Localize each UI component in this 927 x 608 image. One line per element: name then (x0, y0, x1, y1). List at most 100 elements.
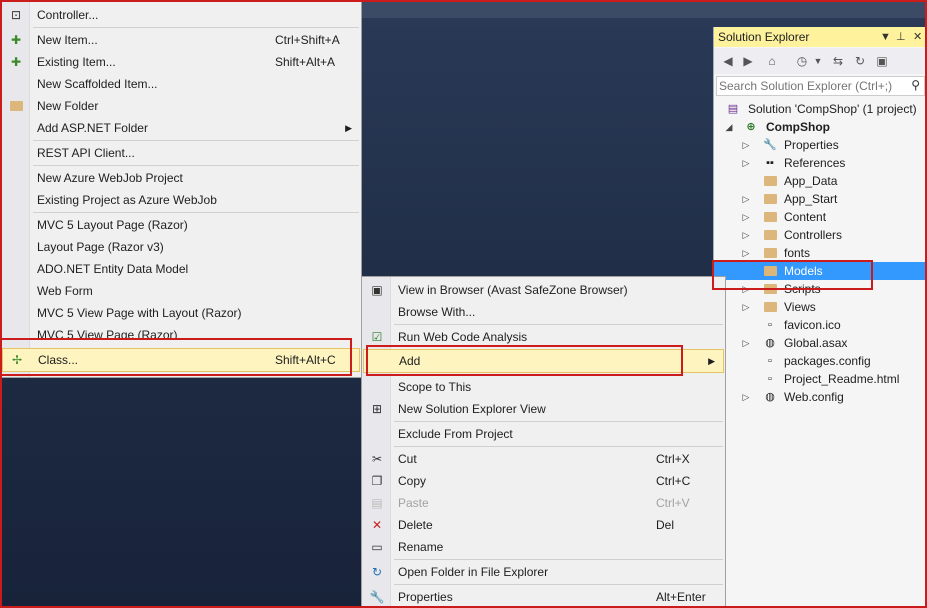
expand-arrow-icon[interactable]: ▷ (741, 208, 751, 226)
folder-icon (763, 228, 777, 242)
tree-node-project-readme[interactable]: ▫ Project_Readme.html (714, 370, 927, 388)
web-project-icon: ⊕ (746, 121, 756, 133)
expand-arrow-icon[interactable]: ▷ (741, 136, 751, 154)
rename-icon: ▭ (371, 540, 383, 554)
collapse-all-icon[interactable]: ▣ (874, 53, 890, 69)
tree-node-content[interactable]: ▷ Content (714, 208, 927, 226)
menu-item-paste[interactable]: ▤ Paste Ctrl+V (363, 492, 724, 514)
menu-item-rename[interactable]: ▭ Rename (363, 536, 724, 558)
submenu-arrow-icon: ▶ (345, 123, 352, 133)
menu-item-mvc5-view-layout[interactable]: MVC 5 View Page with Layout (Razor) (2, 302, 360, 324)
new-view-icon: ⊞ (371, 402, 383, 416)
tree-node-controllers[interactable]: ▷ Controllers (714, 226, 927, 244)
folder-icon (763, 174, 777, 188)
solution-explorer-toolbar: ◀ ▶ ⌂ ◷ ▼ ⇆ ↻ ▣ (714, 48, 927, 74)
expand-arrow-icon[interactable]: ▷ (741, 388, 751, 406)
menu-item-web-form[interactable]: Web Form (2, 280, 360, 302)
menu-separator (394, 446, 723, 447)
delete-icon: ✕ (371, 518, 383, 532)
tree-node-web-config[interactable]: ▷ ◍ Web.config (714, 388, 927, 406)
close-icon[interactable]: ✕ (913, 27, 922, 47)
menu-item-mvc5-layout-page[interactable]: MVC 5 Layout Page (Razor) (2, 214, 360, 236)
tree-node-app-data[interactable]: App_Data (714, 172, 927, 190)
menu-item-new-item[interactable]: ✚ New Item... Ctrl+Shift+A (2, 29, 360, 51)
collapse-arrow-icon[interactable]: ◢ (724, 118, 734, 136)
sync-icon[interactable]: ⇆ (830, 53, 846, 69)
tree-node-app-start[interactable]: ▷ App_Start (714, 190, 927, 208)
editor-tab-strip (362, 0, 927, 18)
menu-separator (33, 27, 359, 28)
tree-node-solution[interactable]: ▤ Solution 'CompShop' (1 project) (714, 100, 927, 118)
expand-arrow-icon[interactable]: ▷ (741, 244, 751, 262)
menu-item-layout-page-razor3[interactable]: Layout Page (Razor v3) (2, 236, 360, 258)
tree-node-properties[interactable]: ▷ 🔧 Properties (714, 136, 927, 154)
menu-item-existing-item[interactable]: ✚ Existing Item... Shift+Alt+A (2, 51, 360, 73)
tree-node-global-asax[interactable]: ▷ ◍ Global.asax (714, 334, 927, 352)
menu-separator (394, 324, 723, 325)
expand-arrow-icon[interactable]: ▷ (741, 226, 751, 244)
expand-arrow-icon[interactable]: ▷ (741, 190, 751, 208)
menu-item-existing-project-webjob[interactable]: Existing Project as Azure WebJob (2, 189, 360, 211)
pin-icon[interactable]: ⊥ (896, 27, 906, 47)
menu-item-exclude-from-project[interactable]: Exclude From Project (363, 423, 724, 445)
wrench-icon: 🔧 (763, 139, 777, 151)
browser-icon: ▣ (371, 283, 383, 297)
history-icon[interactable]: ◷ (794, 53, 810, 69)
menu-item-view-in-browser[interactable]: ▣ View in Browser (Avast SafeZone Browse… (363, 279, 724, 301)
menu-item-copy[interactable]: ❐ Copy Ctrl+C (363, 470, 724, 492)
refresh-icon[interactable]: ↻ (852, 53, 868, 69)
home-icon[interactable]: ⌂ (764, 53, 780, 69)
menu-item-rest-api-client[interactable]: REST API Client... (2, 142, 360, 164)
menu-item-browse-with[interactable]: Browse With... (363, 301, 724, 323)
context-menu: ▣ View in Browser (Avast SafeZone Browse… (361, 276, 726, 608)
search-input[interactable] (717, 77, 901, 95)
menu-item-new-azure-webjob[interactable]: New Azure WebJob Project (2, 167, 360, 189)
menu-item-delete[interactable]: ✕ Delete Del (363, 514, 724, 536)
submenu-arrow-icon: ▶ (708, 356, 715, 366)
menu-item-class[interactable]: ✢ Class... Shift+Alt+C (2, 348, 360, 372)
expand-arrow-icon[interactable]: ▷ (741, 154, 751, 172)
tree-node-references[interactable]: ▷ ▪▪ References (714, 154, 927, 172)
menu-item-new-solution-explorer-view[interactable]: ⊞ New Solution Explorer View (363, 398, 724, 420)
folder-icon (763, 210, 777, 224)
expand-arrow-icon[interactable]: ▷ (741, 298, 751, 316)
expand-arrow-icon[interactable]: ▷ (741, 334, 751, 352)
controller-icon: ⊡ (10, 8, 22, 22)
menu-item-open-folder-explorer[interactable]: ↻ Open Folder in File Explorer (363, 561, 724, 583)
tree-node-scripts[interactable]: ▷ Scripts (714, 280, 927, 298)
menu-item-add-aspnet-folder[interactable]: Add ASP.NET Folder ▶ (2, 117, 360, 139)
menu-item-add[interactable]: Add ▶ (363, 349, 724, 373)
tree-node-models[interactable]: Models (714, 262, 927, 280)
menu-item-properties[interactable]: 🔧 Properties Alt+Enter (363, 586, 724, 607)
search-icon[interactable]: ⚲ (911, 78, 920, 92)
tree-node-views[interactable]: ▷ Views (714, 298, 927, 316)
expand-arrow-icon[interactable]: ▷ (741, 280, 751, 298)
menu-item-run-web-code-analysis[interactable]: ☑ Run Web Code Analysis (363, 326, 724, 348)
forward-icon[interactable]: ▶ (740, 53, 756, 69)
config-file-icon: ◍ (765, 391, 775, 403)
menu-item-new-folder[interactable]: New Folder (2, 95, 360, 117)
tree-node-project[interactable]: ◢ ⊕ CompShop (714, 118, 927, 136)
open-folder-icon: ↻ (371, 565, 383, 579)
back-icon[interactable]: ◀ (720, 53, 736, 69)
dropdown-icon[interactable]: ▼ (880, 27, 891, 47)
menu-item-cut[interactable]: ✂ Cut Ctrl+X (363, 448, 724, 470)
folder-icon (763, 282, 777, 296)
menu-separator (33, 140, 359, 141)
solution-tree: ▤ Solution 'CompShop' (1 project) ◢ ⊕ Co… (714, 100, 927, 608)
copy-icon: ❐ (371, 474, 383, 488)
menu-item-scope-to-this[interactable]: Scope to This (363, 376, 724, 398)
tree-node-fonts[interactable]: ▷ fonts (714, 244, 927, 262)
dropdown-icon[interactable]: ▼ (810, 53, 826, 69)
tree-node-favicon[interactable]: ▫ favicon.ico (714, 316, 927, 334)
menu-item-new-scaffolded-item[interactable]: New Scaffolded Item... (2, 73, 360, 95)
references-icon: ▪▪ (766, 157, 774, 169)
solution-explorer-title-bar: Solution Explorer ▼ ⊥ ✕ (714, 27, 927, 47)
tree-node-packages-config[interactable]: ▫ packages.config (714, 352, 927, 370)
menu-item-mvc5-view-page[interactable]: MVC 5 View Page (Razor) (2, 324, 360, 338)
wrench-icon: 🔧 (369, 590, 385, 604)
solution-explorer-search[interactable]: ⚲ (716, 76, 925, 96)
menu-item-controller[interactable]: ⊡ Controller... (2, 4, 360, 26)
add-submenu: ⊡ Controller... ✚ New Item... Ctrl+Shift… (0, 0, 362, 378)
menu-item-adonet-entity-model[interactable]: ADO.NET Entity Data Model (2, 258, 360, 280)
